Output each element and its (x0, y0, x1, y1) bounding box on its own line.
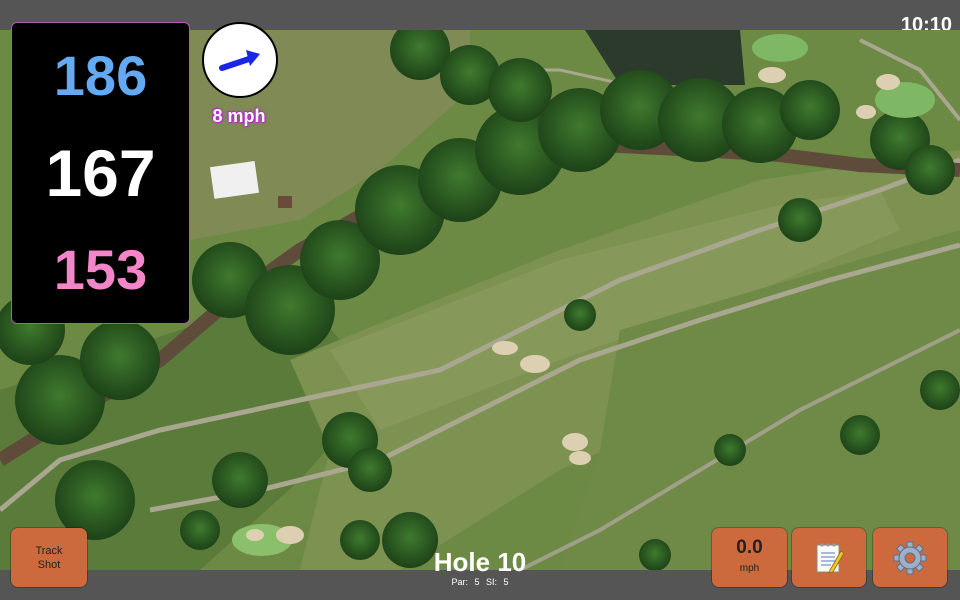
speed-button[interactable]: 0.0 mph (712, 528, 787, 587)
middle-distance: 167 (45, 136, 156, 210)
back-distance: 186 (53, 44, 148, 107)
hole-info: Par: 5 SI: 5 (380, 577, 580, 587)
wind-dial (202, 22, 278, 98)
notepad-icon (816, 542, 844, 574)
hole-title: Hole 10 (433, 547, 527, 577)
notes-button[interactable] (792, 528, 866, 587)
distance-panel: 186 167 153 (11, 22, 190, 324)
si-label: SI: 5 (486, 577, 509, 587)
track-shot-label-line2: Shot (37, 559, 61, 571)
gear-icon (893, 541, 927, 574)
par-label: Par: 5 (451, 577, 480, 587)
wind-arrow-icon (219, 50, 260, 71)
speed-unit: mph (739, 563, 760, 574)
settings-button[interactable] (873, 528, 947, 587)
speed-value: 0.0 (736, 537, 763, 558)
front-distance: 153 (53, 238, 148, 301)
wind-speed: 8 mph (212, 106, 266, 126)
track-shot-label-line1: Track (35, 545, 63, 557)
track-shot-button[interactable]: Track Shot (11, 528, 87, 587)
